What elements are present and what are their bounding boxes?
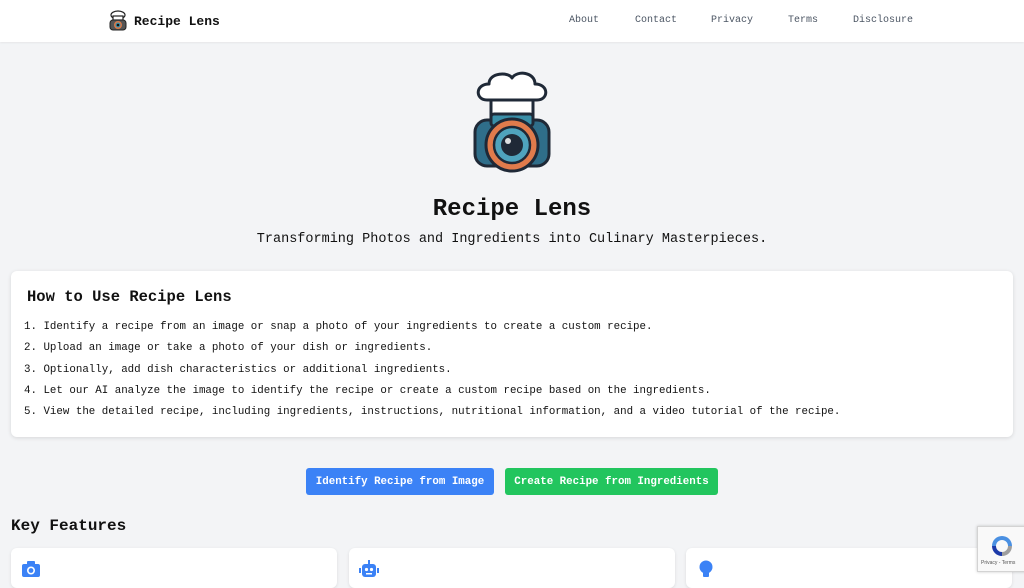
recaptcha-badge[interactable]: Privacy - Terms <box>977 526 1024 572</box>
create-recipe-button[interactable]: Create Recipe from Ingredients <box>505 468 718 495</box>
chef-camera-logo-icon <box>109 10 127 31</box>
nav-privacy[interactable]: Privacy <box>711 15 753 26</box>
brand-name: Recipe Lens <box>134 13 220 29</box>
nav-contact[interactable]: Contact <box>635 15 677 26</box>
feature-card <box>686 548 1012 588</box>
list-item: 2. Upload an image or take a photo of yo… <box>24 342 433 355</box>
site-header: Recipe Lens About Contact Privacy Terms … <box>0 0 1024 42</box>
nav-disclosure[interactable]: Disclosure <box>853 15 913 26</box>
list-item: 3. Optionally, add dish characteristics … <box>24 363 452 376</box>
lightbulb-icon <box>699 560 713 577</box>
how-to-steps: 1. Identify a recipe from an image or sn… <box>24 320 840 426</box>
brand[interactable]: Recipe Lens <box>108 10 220 32</box>
features-title: Key Features <box>11 517 127 535</box>
list-item: 5. View the detailed recipe, including i… <box>24 406 841 419</box>
recaptcha-icon <box>992 536 1012 556</box>
nav-terms[interactable]: Terms <box>788 15 818 26</box>
how-to-title: How to Use Recipe Lens <box>27 288 232 306</box>
identify-recipe-button[interactable]: Identify Recipe from Image <box>306 468 494 495</box>
list-item: 1. Identify a recipe from an image or sn… <box>24 321 653 333</box>
robot-icon <box>359 560 379 577</box>
nav-about[interactable]: About <box>569 15 599 26</box>
camera-icon <box>22 561 40 577</box>
feature-card <box>349 548 675 588</box>
chef-camera-logo-icon <box>473 71 551 173</box>
page-subtitle: Transforming Photos and Ingredients into… <box>256 232 768 247</box>
list-item: 4. Let our AI analyze the image to ident… <box>24 384 711 397</box>
feature-card <box>11 548 337 588</box>
recaptcha-links[interactable]: Privacy - Terms <box>981 560 1015 566</box>
page-title: Recipe Lens <box>432 196 592 223</box>
how-to-card: How to Use Recipe Lens 1. Identify a rec… <box>11 271 1013 437</box>
